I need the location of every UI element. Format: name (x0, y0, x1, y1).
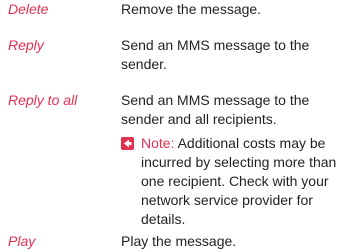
term-delete: Delete (8, 1, 49, 17)
description-reply-to-all: Send an MMS message to the sender and al… (121, 92, 310, 127)
description-reply: Send an MMS message to the sender. (121, 37, 310, 72)
description-play: Play the message. (121, 233, 237, 249)
arrow-right-icon (121, 137, 134, 150)
term-play: Play (8, 233, 36, 249)
note-label: Note: (141, 135, 175, 151)
note-text: Note: Additional costs may be incurred b… (141, 134, 341, 229)
description-delete: Remove the message. (121, 1, 262, 17)
term-reply: Reply (8, 37, 44, 53)
manual-page: Delete Remove the message. Reply Send an… (0, 0, 349, 252)
term-reply-to-all: Reply to all (8, 92, 78, 108)
